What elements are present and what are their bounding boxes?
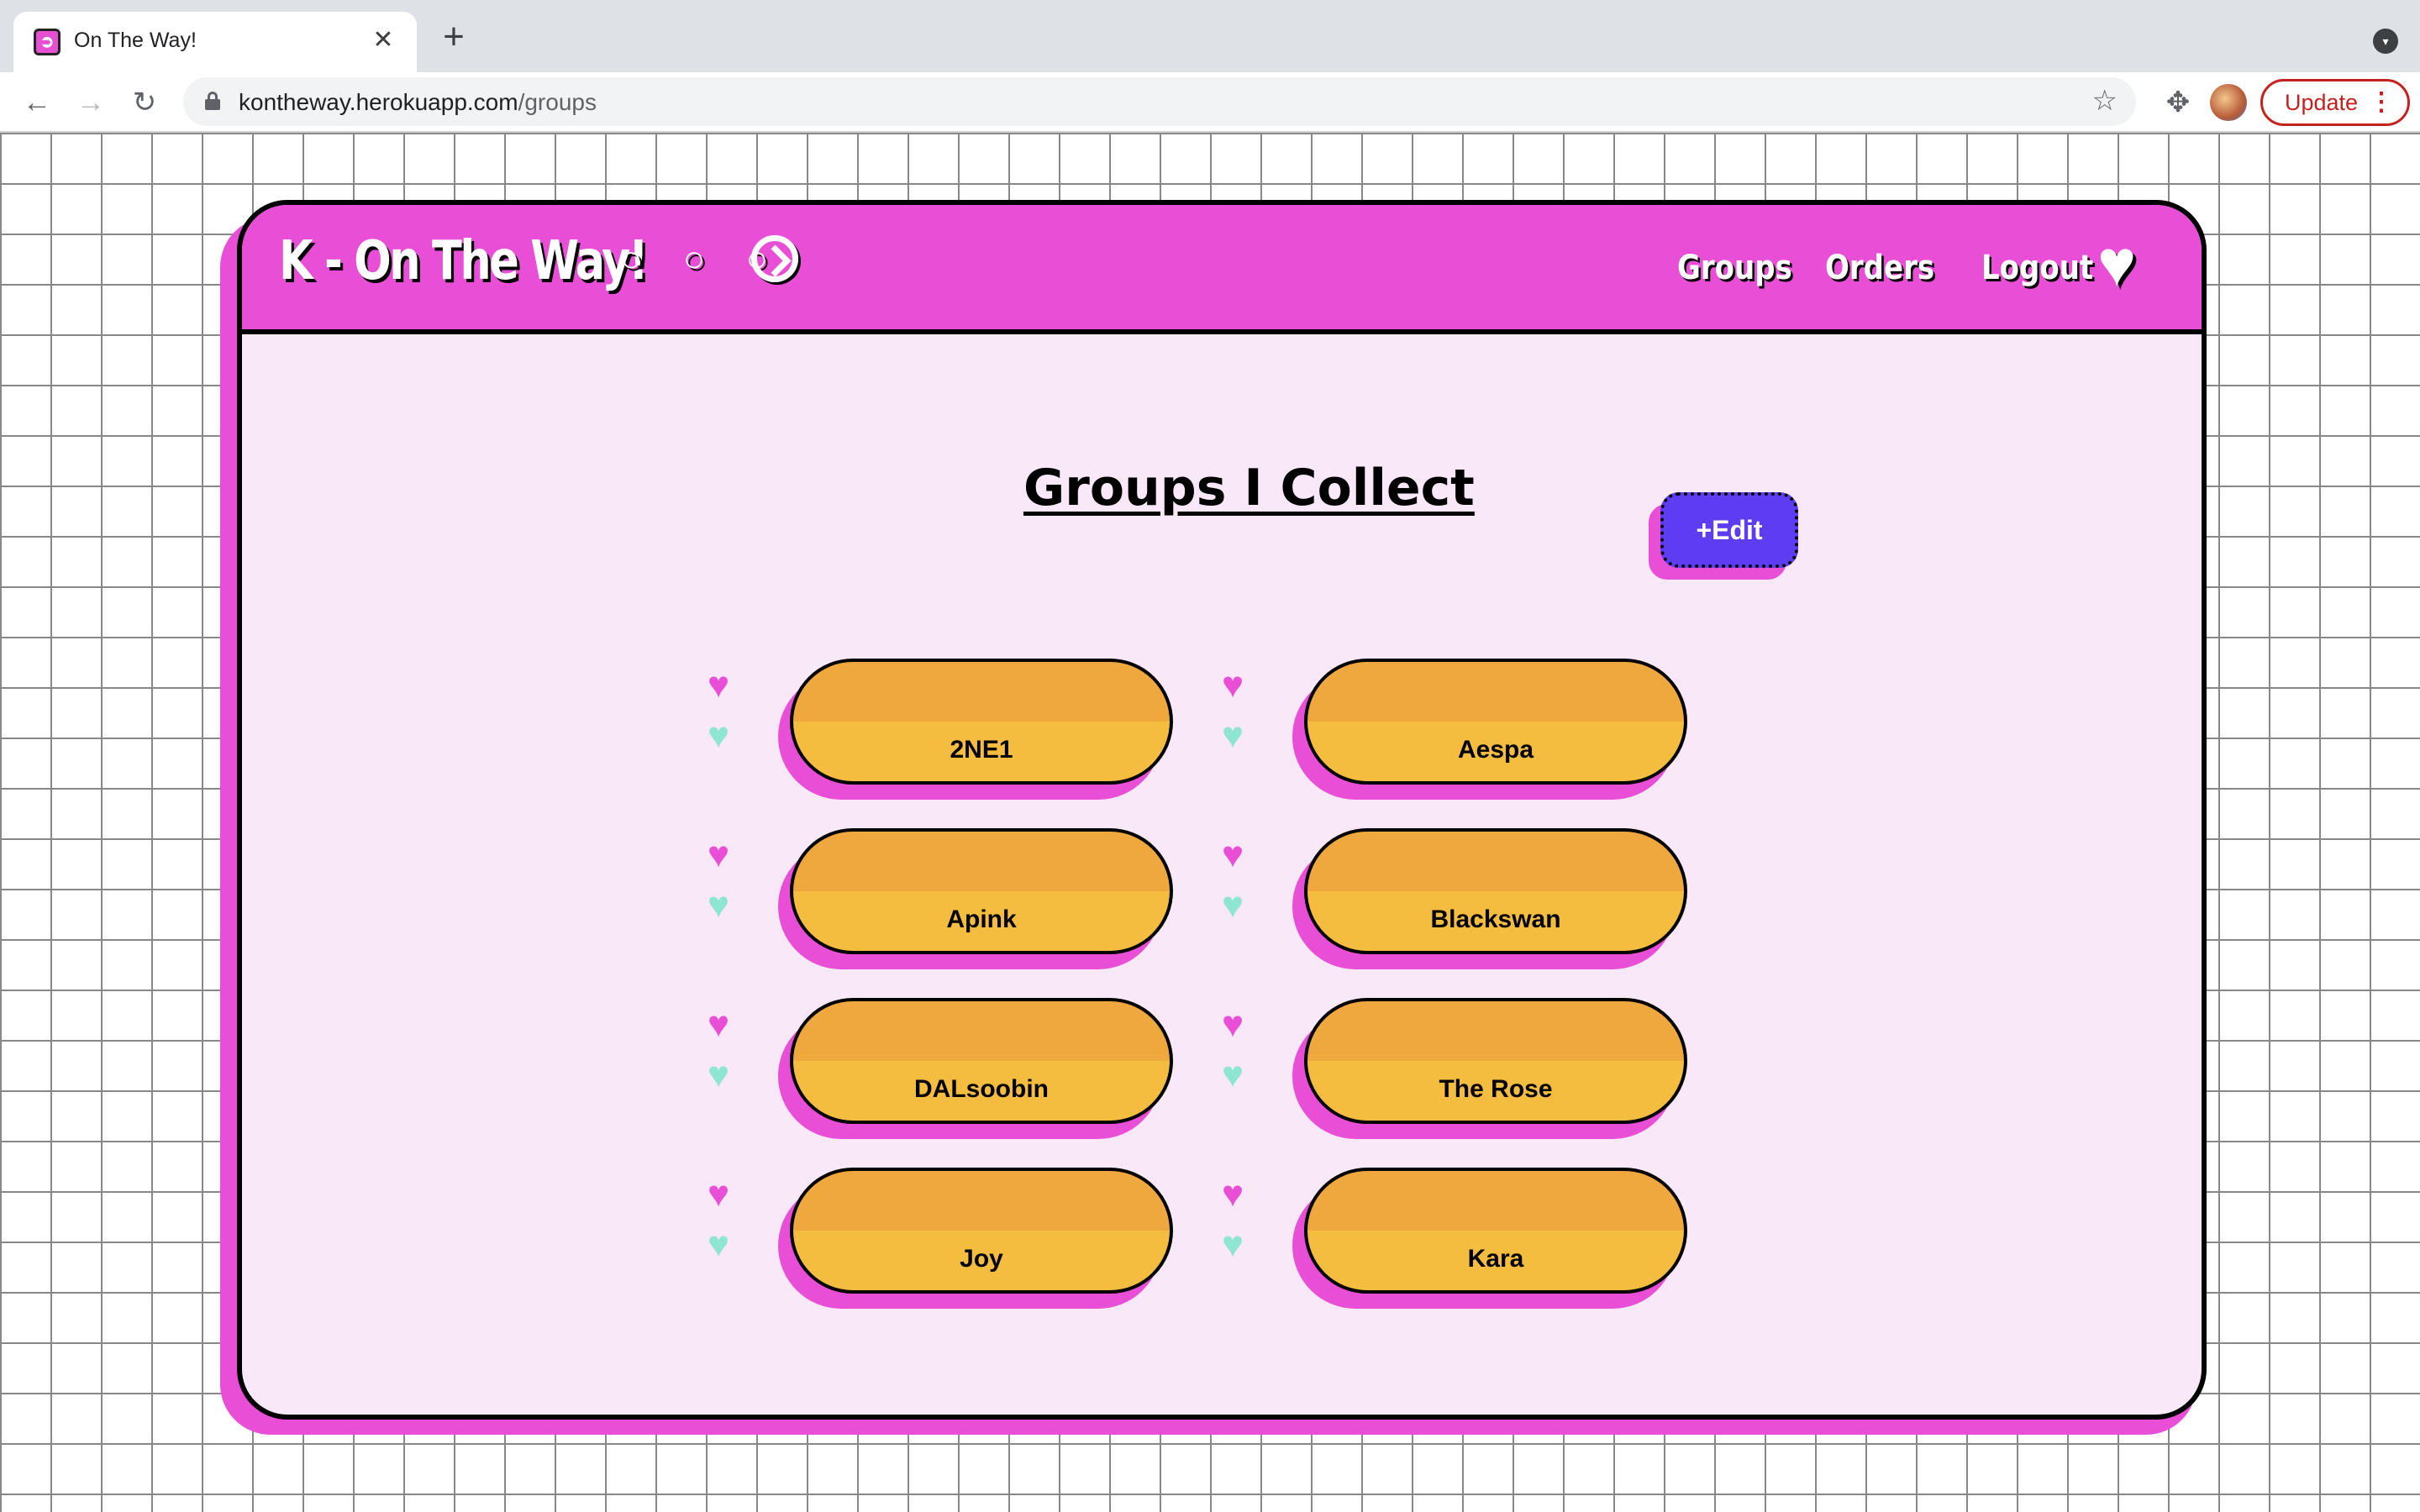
collect-heart-icon[interactable]: ♥ <box>1222 1057 1244 1094</box>
group-name: Kara <box>1467 1245 1524 1273</box>
page-title: Groups I Collect <box>1023 459 1475 517</box>
brand-arrow-icon <box>751 235 798 282</box>
page-viewport: K - On The Way! ○ ○ ○ Groups Orders Logo… <box>0 133 2420 1512</box>
favorite-heart-icon[interactable]: ♥ <box>1222 667 1244 704</box>
main-card: K - On The Way! ○ ○ ○ Groups Orders Logo… <box>237 200 2207 1420</box>
url-text[interactable]: kontheway.herokuapp.com/groups <box>239 89 597 116</box>
group-pill-button[interactable]: 2NE1 <box>790 659 1173 785</box>
browser-tab[interactable]: ➲ On The Way! ✕ <box>13 12 417 72</box>
group-pill-button[interactable]: The Rose <box>1304 998 1687 1124</box>
group-pill-button[interactable]: DALsoobin <box>790 998 1173 1124</box>
heart-icon[interactable]: ♥ <box>2097 230 2136 296</box>
group-item: ♥ ♥ Kara <box>1222 1159 1743 1310</box>
group-pill-button[interactable]: Apink <box>790 828 1173 954</box>
site-navbar: K - On The Way! ○ ○ ○ Groups Orders Logo… <box>242 205 2202 334</box>
favorite-heart-icon[interactable]: ♥ <box>708 667 729 704</box>
url-path: /groups <box>518 89 597 115</box>
url-host: kontheway.herokuapp.com <box>239 89 518 115</box>
favorite-heart-icon[interactable]: ♥ <box>708 837 729 874</box>
group-item: ♥ ♥ Apink <box>708 820 1228 971</box>
favorite-heart-icon[interactable]: ♥ <box>1222 1176 1244 1213</box>
group-pill-button[interactable]: Joy <box>790 1168 1173 1294</box>
group-item: ♥ ♥ Joy <box>708 1159 1228 1310</box>
nav-logout-link[interactable]: Logout <box>1981 249 2093 287</box>
group-name: Aespa <box>1457 736 1534 764</box>
address-bar[interactable]: kontheway.herokuapp.com/groups ☆ <box>183 77 2136 126</box>
reload-icon[interactable]: ↻ <box>124 82 165 123</box>
collect-heart-icon[interactable]: ♥ <box>1222 1226 1244 1263</box>
group-item: ♥ ♥ DALsoobin <box>708 990 1228 1141</box>
browser-toolbar: ← → ↻ kontheway.herokuapp.com/groups ☆ ✥… <box>0 72 2420 133</box>
collect-heart-icon[interactable]: ♥ <box>708 1057 729 1094</box>
lock-icon[interactable] <box>205 92 220 110</box>
collect-heart-icon[interactable]: ♥ <box>708 887 729 924</box>
nav-orders-link[interactable]: Orders <box>1825 249 1934 287</box>
update-button[interactable]: Update ⋮ <box>2260 79 2410 126</box>
collect-heart-icon[interactable]: ♥ <box>1222 717 1244 754</box>
group-name: Blackswan <box>1430 906 1561 933</box>
group-item: ♥ ♥ Blackswan <box>1222 820 1743 971</box>
group-name: DALsoobin <box>914 1075 1049 1103</box>
browser-tabstrip: ➲ On The Way! ✕ + ▾ <box>0 0 2420 72</box>
profile-avatar[interactable] <box>2210 84 2247 121</box>
group-pill-button[interactable]: Aespa <box>1304 659 1687 785</box>
edit-button[interactable]: +Edit <box>1660 492 1798 568</box>
group-item: ♥ ♥ 2NE1 <box>708 650 1228 801</box>
site-brand[interactable]: K - On The Way! <box>279 230 649 292</box>
group-name: Apink <box>946 906 1017 933</box>
group-pill-button[interactable]: Kara <box>1304 1168 1687 1294</box>
bookmark-star-icon[interactable]: ☆ <box>2092 84 2118 118</box>
favorite-heart-icon[interactable]: ♥ <box>1222 837 1244 874</box>
nav-groups-link[interactable]: Groups <box>1677 249 1792 287</box>
group-item: ♥ ♥ Aespa <box>1222 650 1743 801</box>
back-arrow-icon[interactable]: ← <box>17 82 57 123</box>
tab-close-icon[interactable]: ✕ <box>366 24 400 57</box>
group-name: Joy <box>960 1245 1003 1273</box>
tab-search-icon[interactable]: ▾ <box>2373 29 2398 54</box>
group-pill-button[interactable]: Blackswan <box>1304 828 1687 954</box>
favorite-heart-icon[interactable]: ♥ <box>1222 1006 1244 1043</box>
group-item: ♥ ♥ The Rose <box>1222 990 1743 1141</box>
extensions-puzzle-icon[interactable]: ✥ <box>2158 82 2198 123</box>
tab-title: On The Way! <box>74 29 197 52</box>
collect-heart-icon[interactable]: ♥ <box>708 717 729 754</box>
collect-heart-icon[interactable]: ♥ <box>708 1226 729 1263</box>
group-name: 2NE1 <box>950 736 1013 764</box>
update-label: Update <box>2285 90 2359 115</box>
favorite-heart-icon[interactable]: ♥ <box>708 1176 729 1213</box>
menu-kebab-icon[interactable]: ⋮ <box>2369 81 2394 123</box>
forward-arrow-icon[interactable]: → <box>71 82 111 123</box>
new-tab-button[interactable]: + <box>434 18 474 59</box>
site-favicon-icon: ➲ <box>34 29 60 55</box>
collect-heart-icon[interactable]: ♥ <box>1222 887 1244 924</box>
group-name: The Rose <box>1439 1075 1553 1103</box>
favorite-heart-icon[interactable]: ♥ <box>708 1006 729 1043</box>
